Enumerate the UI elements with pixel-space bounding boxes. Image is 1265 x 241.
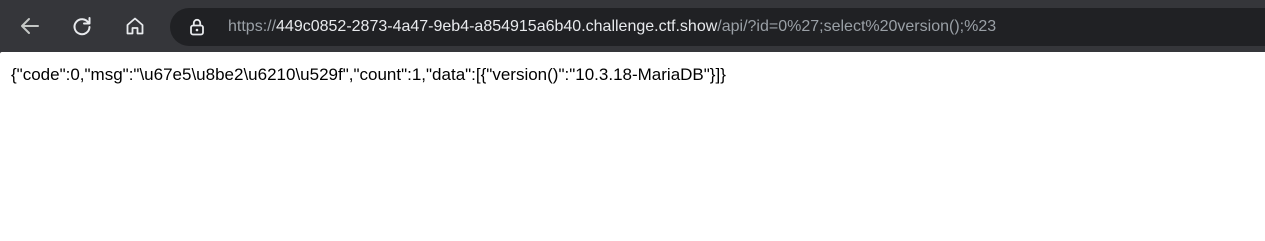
home-icon (126, 17, 144, 35)
json-response-text: {"code":0,"msg":"\u67e5\u8be2\u6210\u529… (11, 65, 726, 84)
address-bar-url[interactable]: https://449c0852-2873-4a47-9eb4-a854915a… (228, 18, 996, 36)
reload-icon (73, 17, 91, 36)
browser-toolbar: https://449c0852-2873-4a47-9eb4-a854915a… (0, 0, 1265, 52)
page-content: {"code":0,"msg":"\u67e5\u8be2\u6210\u529… (0, 52, 1265, 241)
site-info-lock-icon[interactable] (188, 18, 206, 36)
url-scheme: https:// (228, 18, 277, 35)
back-button[interactable] (14, 10, 46, 42)
address-bar[interactable]: https://449c0852-2873-4a47-9eb4-a854915a… (170, 8, 1265, 46)
url-host: 449c0852-2873-4a47-9eb4-a854915a6b40.cha… (276, 18, 718, 35)
reload-button[interactable] (66, 10, 98, 42)
home-button[interactable] (119, 10, 151, 42)
back-arrow-icon (21, 18, 39, 34)
url-path: /api/?id=0%27;select%20version();%23 (717, 18, 997, 35)
